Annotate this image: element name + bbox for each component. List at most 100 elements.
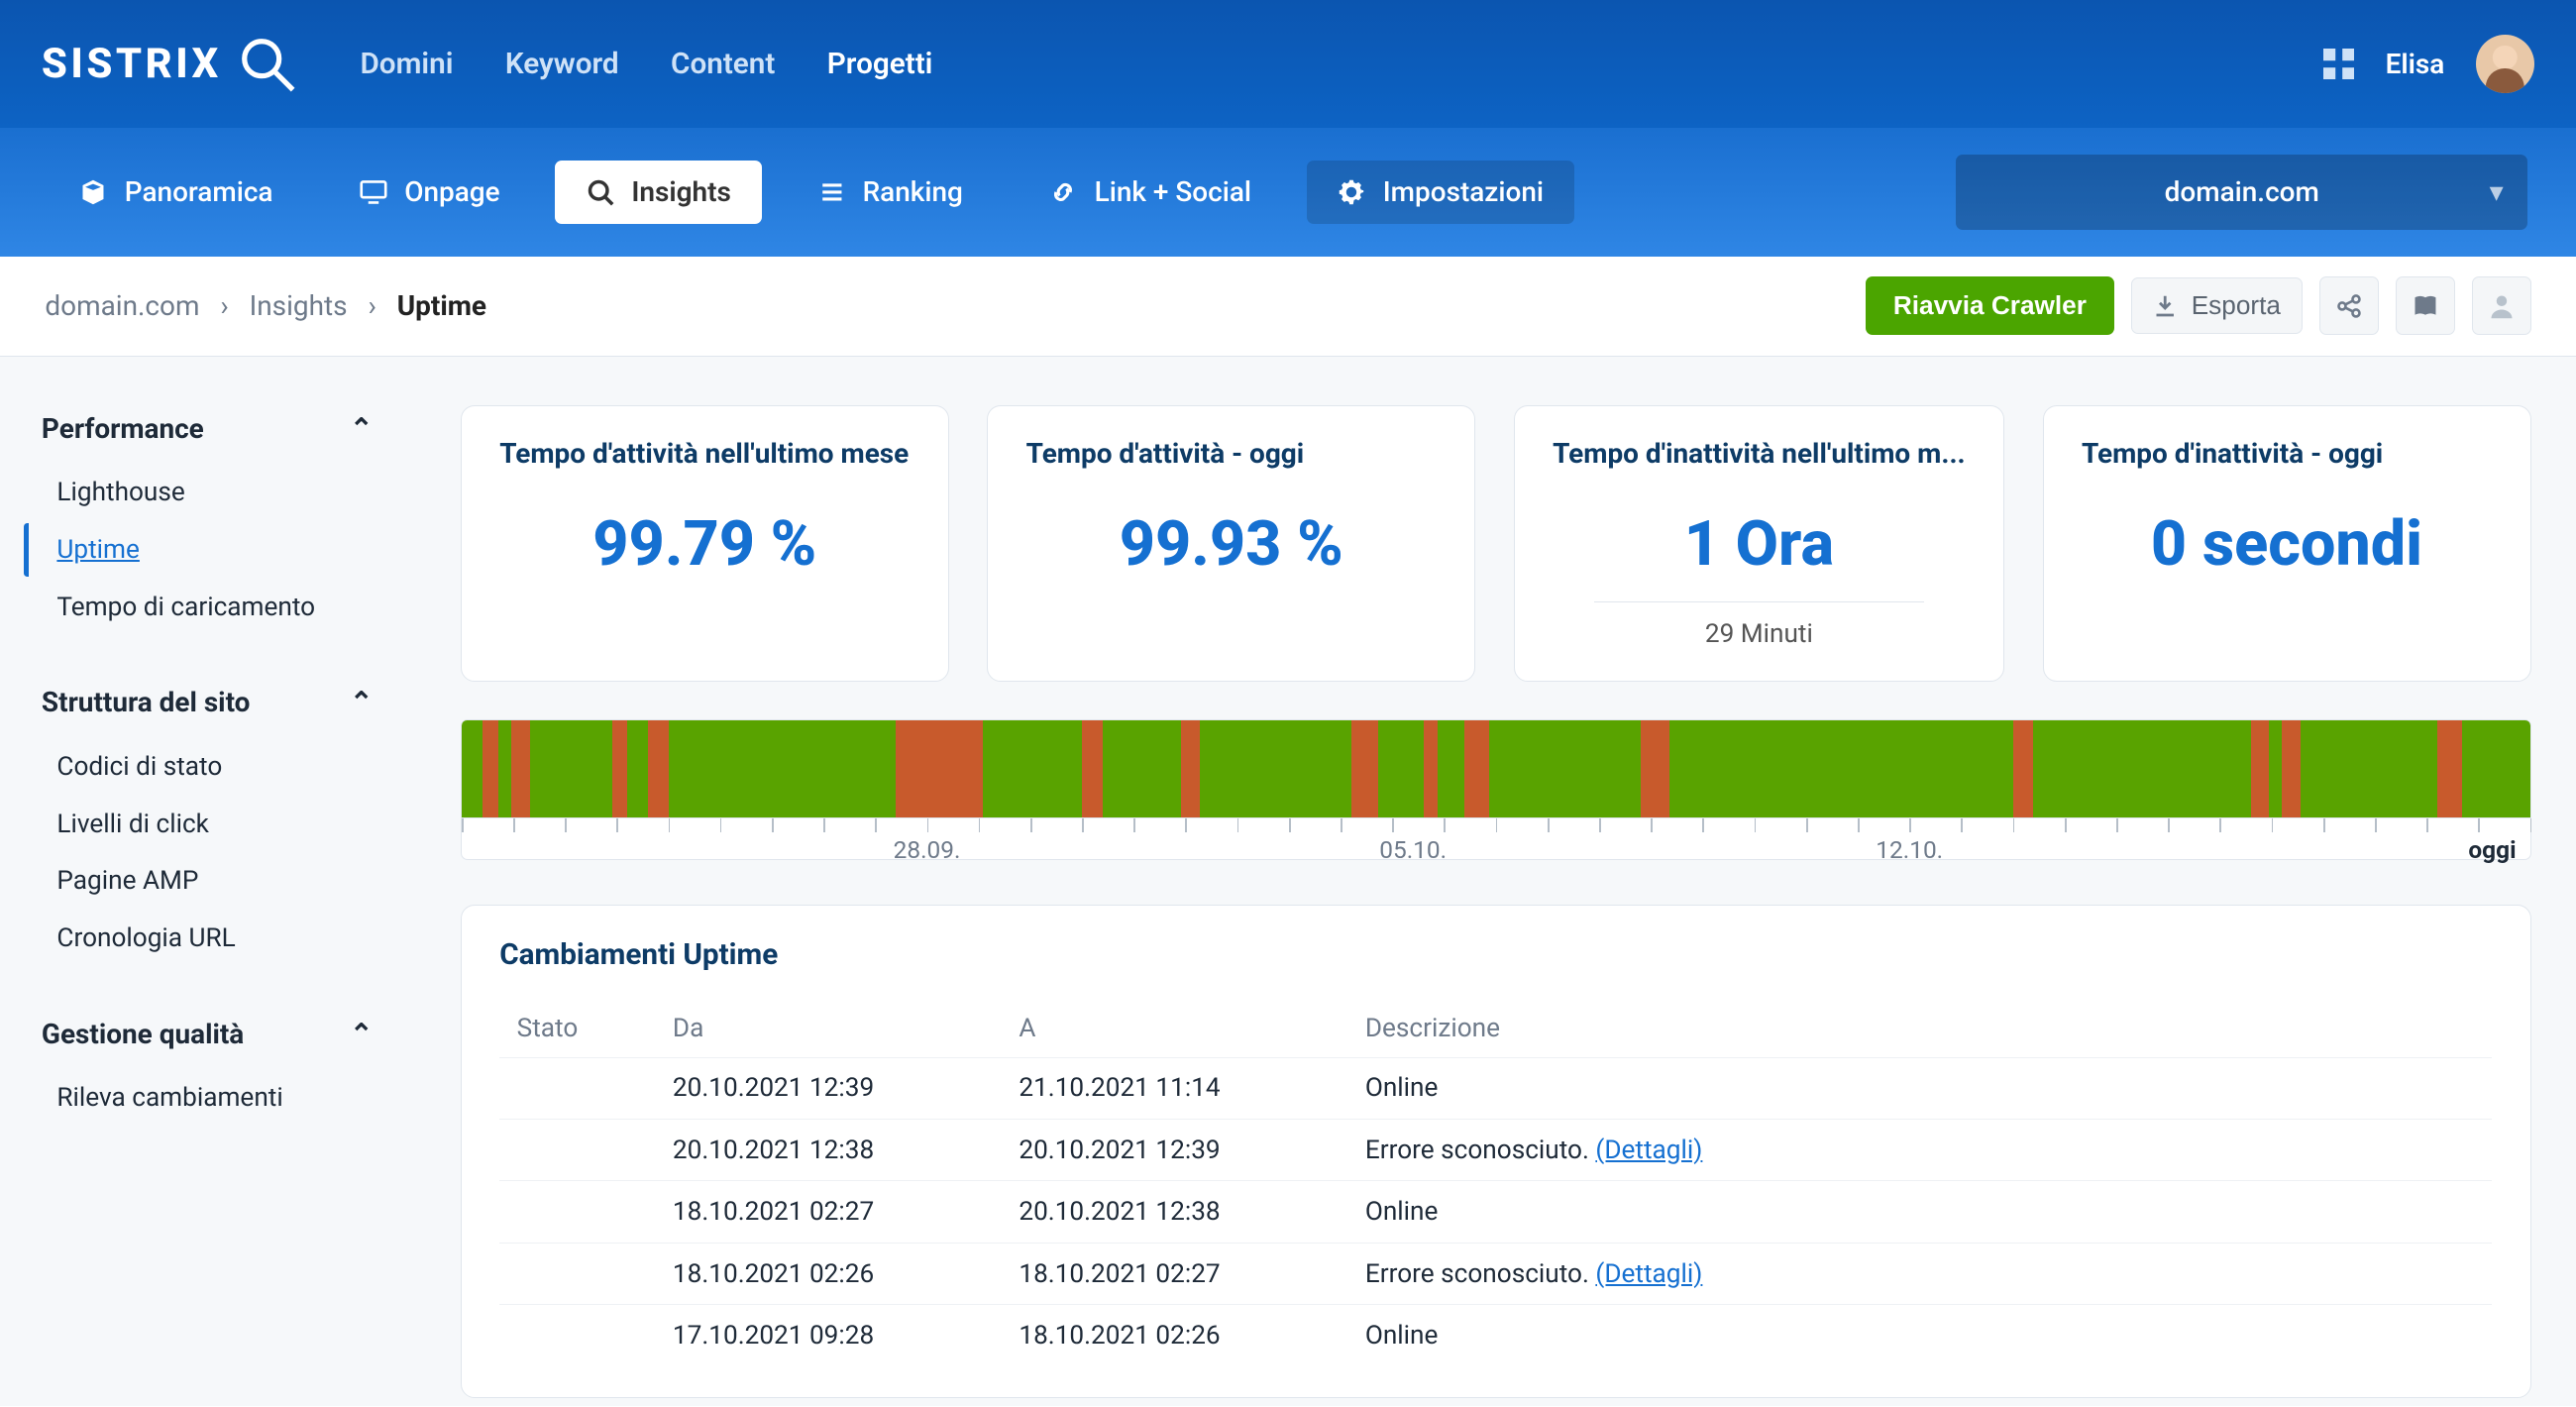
sidebar-item-uptime[interactable]: Uptime	[24, 523, 389, 577]
col-descrizione[interactable]: Descrizione	[1347, 1000, 2492, 1057]
card-title: Tempo d'inattività nell'ultimo m...	[1553, 437, 1966, 470]
cell-descrizione: Online	[1347, 1181, 2492, 1243]
sidebar-item-livelli-click[interactable]: Livelli di click	[24, 797, 389, 850]
tab-insights[interactable]: Insights	[555, 161, 762, 224]
col-a[interactable]: A	[1002, 1000, 1347, 1057]
sidebar: Performance ⌃ Lighthouse Uptime Tempo di…	[0, 357, 415, 1406]
domain-select[interactable]: domain.com ▾	[1956, 155, 2527, 231]
sidebar-section-header[interactable]: Struttura del sito ⌃	[24, 679, 389, 739]
tab-onpage[interactable]: Onpage	[328, 161, 531, 224]
col-stato[interactable]: Stato	[499, 1000, 655, 1057]
avatar[interactable]	[2476, 35, 2534, 93]
list-icon	[817, 178, 845, 206]
ruler-tick	[1651, 818, 1653, 832]
share-button[interactable]	[2319, 276, 2378, 335]
user-name[interactable]: Elisa	[2386, 48, 2445, 80]
export-button[interactable]: Esporta	[2131, 277, 2303, 334]
details-link[interactable]: (Dettagli)	[1595, 1136, 1702, 1165]
cell-stato	[499, 1181, 655, 1243]
sidebar-section-header[interactable]: Gestione qualità ⌃	[24, 1011, 389, 1071]
tab-panoramica[interactable]: Panoramica	[49, 161, 304, 224]
export-label: Esporta	[2192, 290, 2281, 321]
col-da[interactable]: Da	[655, 1000, 1001, 1057]
help-button[interactable]	[2472, 276, 2530, 335]
cell-descrizione: Online	[1347, 1305, 2492, 1366]
nav-keyword[interactable]: Keyword	[505, 47, 619, 81]
ruler-tick	[1806, 818, 1808, 832]
ruler-tick	[927, 818, 929, 832]
breadcrumb-section[interactable]: Insights	[250, 289, 348, 322]
ruler-tick	[823, 818, 825, 832]
nav-domini[interactable]: Domini	[360, 47, 453, 81]
sidebar-section-header[interactable]: Performance ⌃	[24, 405, 389, 466]
details-link[interactable]: (Dettagli)	[1595, 1259, 1702, 1289]
uptime-ruler: 28.09.05.10.12.10.oggi	[462, 817, 2530, 859]
brand-text: SISTRIX	[42, 40, 222, 88]
downtime-segment	[1082, 720, 1103, 817]
monitor-icon	[360, 178, 387, 206]
ruler-tick	[1548, 818, 1550, 832]
sub-bar: Panoramica Onpage Insights Ranking Link …	[0, 128, 2576, 256]
chevron-down-icon: ▾	[2490, 175, 2504, 208]
sidebar-item-cronologia-url[interactable]: Cronologia URL	[24, 912, 389, 965]
cell-a: 18.10.2021 02:26	[1002, 1305, 1347, 1366]
downtime-segment	[2437, 720, 2462, 817]
cell-stato	[499, 1119, 655, 1180]
page-body: Performance ⌃ Lighthouse Uptime Tempo di…	[0, 357, 2576, 1406]
breadcrumb: domain.com › Insights › Uptime	[45, 289, 486, 322]
card-title: Tempo d'attività - oggi	[1026, 437, 1437, 470]
card-uptime-today: Tempo d'attività - oggi 99.93 %	[987, 405, 1475, 682]
ruler-tick	[1599, 818, 1601, 832]
breadcrumb-root[interactable]: domain.com	[45, 289, 199, 322]
book-button[interactable]	[2396, 276, 2454, 335]
sidebar-item-lighthouse[interactable]: Lighthouse	[24, 466, 389, 519]
uptime-timeline: 28.09.05.10.12.10.oggi	[461, 719, 2531, 860]
chevron-up-icon: ⌃	[350, 1018, 373, 1050]
ruler-tick	[1082, 818, 1084, 832]
sidebar-item-pagine-amp[interactable]: Pagine AMP	[24, 854, 389, 908]
ruler-tick	[2272, 818, 2274, 832]
nav-content[interactable]: Content	[671, 47, 775, 81]
sidebar-item-codici-stato[interactable]: Codici di stato	[24, 739, 389, 793]
restart-crawler-button[interactable]: Riavvia Crawler	[1866, 276, 2114, 335]
downtime-segment	[1181, 720, 1200, 817]
tab-impostazioni[interactable]: Impostazioni	[1307, 161, 1575, 224]
ruler-tick	[1289, 818, 1291, 832]
cell-stato	[499, 1305, 655, 1366]
ruler-tick	[1237, 818, 1239, 832]
table-row: 17.10.2021 09:2818.10.2021 02:26Online	[499, 1305, 2492, 1366]
ruler-tick	[772, 818, 774, 832]
downtime-segment	[896, 720, 983, 817]
ruler-tick	[1702, 818, 1704, 832]
downtime-segment	[2251, 720, 2270, 817]
apps-icon[interactable]	[2323, 49, 2354, 79]
ruler-tick	[1133, 818, 1135, 832]
domain-select-value: domain.com	[2165, 175, 2319, 208]
tab-label: Insights	[631, 175, 731, 208]
sidebar-item-rileva-cambiamenti[interactable]: Rileva cambiamenti	[24, 1071, 389, 1125]
tab-link-social[interactable]: Link + Social	[1019, 161, 1283, 224]
sidebar-section-title: Performance	[42, 412, 204, 445]
cell-da: 17.10.2021 09:28	[655, 1305, 1001, 1366]
link-icon	[1049, 178, 1077, 206]
ruler-tick	[979, 818, 981, 832]
chevron-right-icon: ›	[368, 289, 376, 322]
table: Stato Da A Descrizione 20.10.2021 12:392…	[499, 1000, 2492, 1366]
ruler-tick	[1858, 818, 1860, 832]
cell-a: 21.10.2021 11:14	[1002, 1057, 1347, 1119]
cell-a: 20.10.2021 12:39	[1002, 1119, 1347, 1180]
ruler-tick	[1444, 818, 1446, 832]
ruler-tick	[2530, 818, 2532, 832]
cell-stato	[499, 1243, 655, 1304]
brand-logo[interactable]: SISTRIX	[42, 33, 298, 95]
sidebar-section-performance: Performance ⌃ Lighthouse Uptime Tempo di…	[24, 405, 389, 634]
tab-ranking[interactable]: Ranking	[787, 161, 995, 224]
nav-progetti[interactable]: Progetti	[827, 47, 933, 81]
tab-label: Ranking	[863, 175, 963, 208]
sidebar-item-tempo-caricamento[interactable]: Tempo di caricamento	[24, 581, 389, 634]
share-icon	[2335, 292, 2363, 320]
cell-a: 18.10.2021 02:27	[1002, 1243, 1347, 1304]
sub-nav: Panoramica Onpage Insights Ranking Link …	[49, 161, 1575, 224]
card-value: 1 Ora	[1684, 508, 1834, 581]
ruler-tick	[1961, 818, 1963, 832]
